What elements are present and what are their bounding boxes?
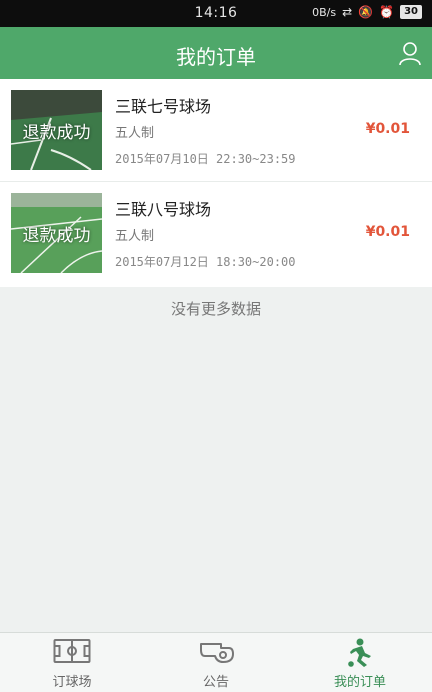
profile-button[interactable]: [396, 39, 424, 67]
order-item[interactable]: 退款成功 三联八号球场 五人制 2015年07月12日 18:30~20:00 …: [0, 182, 432, 287]
booking-time: 2015年07月12日 18:30~20:00: [115, 255, 296, 269]
user-icon: [399, 42, 421, 66]
battery-icon: 30: [400, 5, 422, 19]
vibrate-icon: ⇄: [342, 5, 353, 19]
tab-label: 订球场: [52, 675, 92, 690]
bottom-tab-bar: 订球场 公告 我的订单: [0, 632, 432, 692]
pitch-icon: [53, 639, 91, 663]
net-speed: 0B/s: [312, 5, 337, 19]
pitch-name: 三联八号球场: [115, 200, 212, 219]
no-more-data-label: 没有更多数据: [170, 300, 261, 318]
status-bar: 14:16 0B/s ⇄ 🔕 ⏰ 30: [0, 0, 432, 27]
tab-label: 我的订单: [333, 675, 386, 690]
page-title: 我的订单: [176, 45, 256, 69]
pitch-name: 三联七号球场: [115, 97, 212, 116]
order-price: ¥0.01: [365, 121, 410, 137]
whistle-icon: [200, 643, 234, 663]
tab-announcements[interactable]: 公告: [144, 633, 288, 692]
tab-book-pitch[interactable]: 订球场: [0, 633, 144, 692]
pitch-type: 五人制: [115, 229, 155, 244]
order-item[interactable]: 退款成功 三联七号球场 五人制 2015年07月10日 22:30~23:59 …: [0, 79, 432, 182]
tab-label: 公告: [202, 675, 229, 690]
order-list: 退款成功 三联七号球场 五人制 2015年07月10日 22:30~23:59 …: [0, 79, 432, 287]
pitch-thumbnail: 退款成功: [11, 90, 102, 170]
muted-bell-icon: 🔕: [358, 5, 374, 19]
tab-my-orders[interactable]: 我的订单: [288, 633, 432, 692]
pitch-type: 五人制: [115, 126, 155, 141]
pitch-thumbnail: 退款成功: [11, 193, 102, 273]
refund-status: 退款成功: [22, 122, 91, 143]
alarm-icon: ⏰: [379, 5, 395, 19]
refund-status: 退款成功: [22, 225, 91, 246]
booking-time: 2015年07月10日 22:30~23:59: [115, 152, 296, 166]
status-icons: 0B/s ⇄ 🔕 ⏰ 30: [312, 5, 422, 19]
player-kick-icon: [348, 638, 371, 667]
order-price: ¥0.01: [365, 224, 410, 240]
app-header: 我的订单: [0, 27, 432, 79]
